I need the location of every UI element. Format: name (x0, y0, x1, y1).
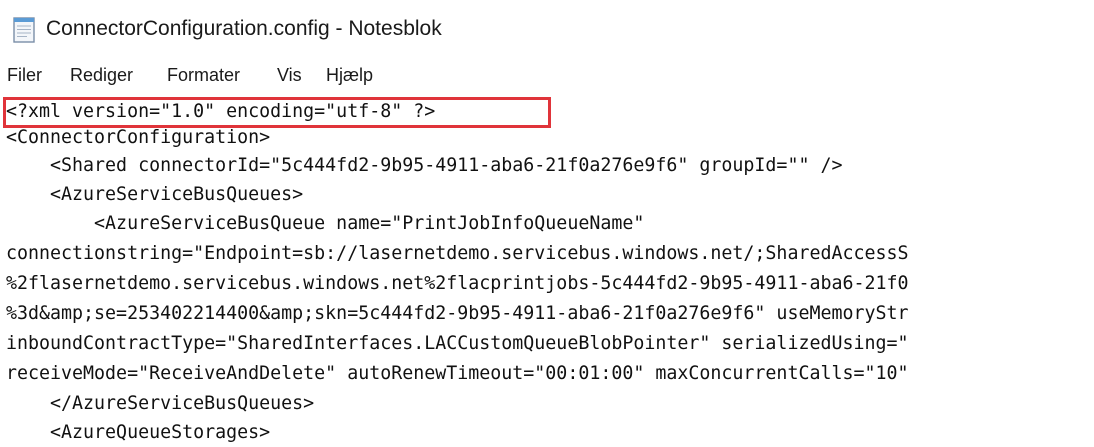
code-line: <AzureServiceBusQueue name="PrintJobInfo… (6, 213, 645, 234)
menu-view[interactable]: Vis (277, 58, 302, 92)
code-line: <Shared connectorId="5c444fd2-9b95-4911-… (6, 155, 843, 176)
menu-file[interactable]: Filer (7, 58, 42, 92)
code-line: <AzureServiceBusQueues> (6, 184, 304, 205)
code-line: </AzureServiceBusQueues> (6, 393, 315, 414)
code-line: inboundContractType="SharedInterfaces.LA… (6, 333, 909, 354)
code-line: %2flasernetdemo.servicebus.windows.net%2… (6, 273, 909, 294)
text-editor-area[interactable]: <?xml version="1.0" encoding="utf-8" ?> … (0, 92, 1094, 447)
code-line: connectionstring="Endpoint=sb://lasernet… (6, 243, 909, 264)
code-line: <ConnectorConfiguration> (6, 127, 271, 148)
code-line: %3d&amp;se=253402214400&amp;skn=5c444fd2… (6, 303, 909, 324)
menu-format[interactable]: Formater (167, 58, 240, 92)
code-line-xml-declaration: <?xml version="1.0" encoding="utf-8" ?> (6, 101, 436, 122)
menu-bar: Filer Rediger Formater Vis Hjælp (0, 58, 1094, 92)
notepad-icon (13, 17, 35, 43)
title-bar: ConnectorConfiguration.config - Notesblo… (0, 0, 1094, 58)
window-title: ConnectorConfiguration.config - Notesblo… (46, 17, 442, 40)
code-line: <AzureQueueStorages> (6, 422, 271, 443)
menu-edit[interactable]: Rediger (70, 58, 133, 92)
menu-help[interactable]: Hjælp (326, 58, 373, 92)
code-line: receiveMode="ReceiveAndDelete" autoRenew… (6, 363, 909, 384)
